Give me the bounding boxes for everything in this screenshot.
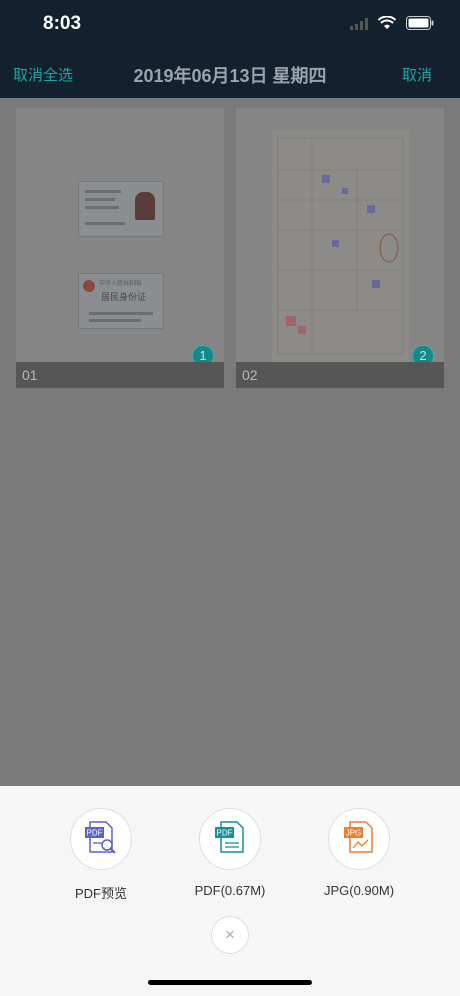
pdf-export-icon-button[interactable]: PDF (199, 808, 261, 870)
id-card-front-image (78, 181, 164, 237)
document-card-01[interactable]: 中华人民共和国 居民身份证 1 01 (16, 108, 224, 388)
id-card-back-image: 中华人民共和国 居民身份证 (78, 273, 164, 329)
battery-icon (406, 16, 434, 35)
status-time: 8:03 (43, 13, 82, 34)
pdf-file-icon-text: PDF (217, 828, 233, 837)
home-indicator[interactable] (148, 980, 312, 985)
navigation-bar: 取消全选 2019年06月13日 星期四 取消 (0, 48, 460, 98)
document-thumbnail: 中华人民共和国 居民身份证 (16, 108, 224, 362)
status-bar: 8:03 (0, 0, 460, 48)
jpg-export-label: JPG(0.90M) (323, 883, 395, 898)
export-action-sheet: PDF PDF预览 PDF PDF(0.67M) JPG JPG(0.90M) … (0, 786, 460, 996)
pdf-export-label: PDF(0.67M) (194, 883, 266, 898)
cancel-button[interactable]: 取消 (402, 64, 432, 85)
jpg-file-icon: JPG (340, 818, 378, 861)
pdf-preview-icon: PDF (82, 818, 120, 861)
pdf-preview-label: PDF预览 (74, 886, 127, 901)
signal-icon (350, 17, 368, 35)
pdf-preview-icon-button[interactable]: PDF (70, 808, 132, 870)
jpg-file-icon-text: JPG (346, 828, 362, 837)
id-card-title: 中华人民共和国 (99, 280, 142, 287)
id-card-subtitle: 居民身份证 (101, 293, 147, 303)
jpg-export-icon-button[interactable]: JPG (328, 808, 390, 870)
pdf-preview-icon-text: PDF (87, 828, 103, 837)
pdf-preview-button[interactable]: PDF PDF预览 (36, 808, 166, 902)
wifi-icon (377, 15, 397, 35)
document-grid: 中华人民共和国 居民身份证 1 01 2 02 (0, 98, 460, 786)
card-label: 01 (16, 362, 224, 388)
close-button[interactable]: × (211, 916, 249, 954)
pdf-export-button[interactable]: PDF PDF(0.67M) (165, 808, 295, 898)
document-thumbnail (236, 108, 444, 362)
page-title: 2019年06月13日 星期四 (133, 66, 327, 86)
document-card-02[interactable]: 2 02 (236, 108, 444, 388)
jpg-export-button[interactable]: JPG JPG(0.90M) (294, 808, 424, 898)
pdf-file-icon: PDF (211, 818, 249, 861)
status-icons (350, 15, 434, 35)
form-document-image (272, 130, 409, 362)
card-label: 02 (236, 362, 444, 388)
